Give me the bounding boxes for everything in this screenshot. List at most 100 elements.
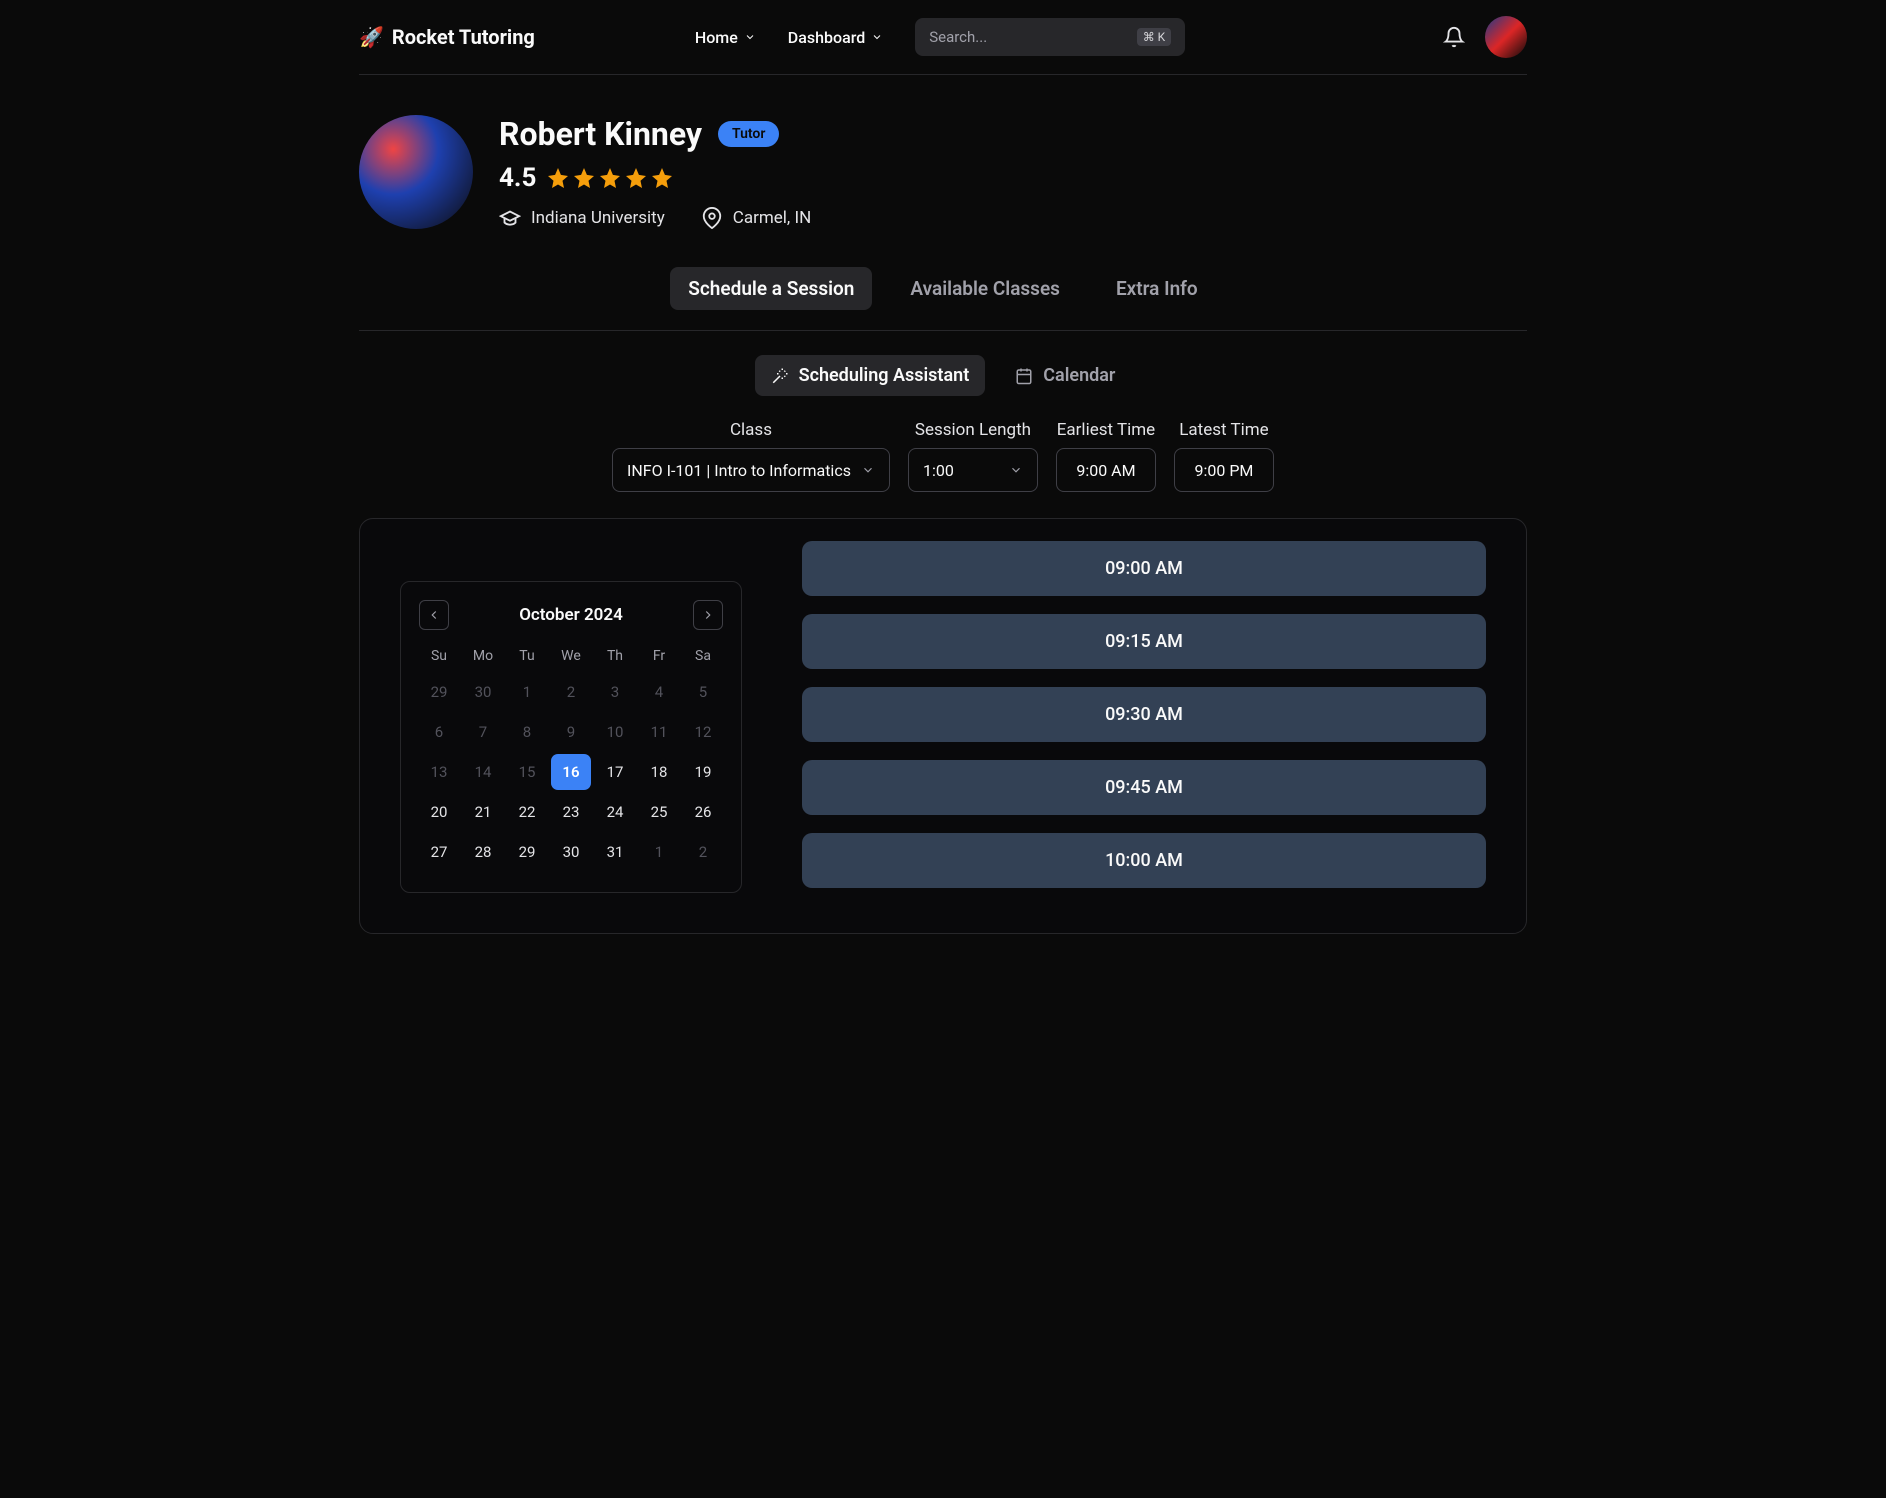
nav-dashboard[interactable]: Dashboard <box>788 28 883 47</box>
calendar-dow: Fr <box>639 642 679 670</box>
calendar-day: 14 <box>463 754 503 790</box>
calendar-day[interactable]: 24 <box>595 794 635 830</box>
session-length-select[interactable]: 1:00 <box>908 448 1038 492</box>
chevron-down-icon <box>744 31 756 43</box>
nav-home[interactable]: Home <box>695 28 756 47</box>
chevron-down-icon <box>1009 463 1023 477</box>
calendar-day[interactable]: 27 <box>419 834 459 870</box>
calendar-dow: Sa <box>683 642 723 670</box>
location-label: Carmel, IN <box>733 208 811 228</box>
star-icon <box>624 166 648 190</box>
earliest-time-input[interactable]: 9:00 AM <box>1056 448 1156 492</box>
time-slot[interactable]: 09:15 AM <box>802 614 1486 669</box>
wand-icon <box>771 367 789 385</box>
class-label: Class <box>730 420 772 440</box>
calendar-day: 3 <box>595 674 635 710</box>
latest-time-label: Latest Time <box>1179 420 1268 440</box>
calendar-day: 6 <box>419 714 459 750</box>
chevron-right-icon <box>701 608 715 622</box>
main-tabs: Schedule a Session Available Classes Extra… <box>359 259 1527 331</box>
tab-schedule-a-session[interactable]: Schedule a Session <box>670 267 872 310</box>
calendar-day: 4 <box>639 674 679 710</box>
earliest-time-label: Earliest Time <box>1057 420 1155 440</box>
calendar-next-button[interactable] <box>693 600 723 630</box>
calendar-day: 2 <box>551 674 591 710</box>
rating-value: 4.5 <box>499 163 536 193</box>
brand-name: Rocket Tutoring <box>392 25 535 49</box>
graduation-cap-icon <box>499 207 521 229</box>
chevron-left-icon <box>427 608 441 622</box>
nav-label: Dashboard <box>788 28 865 47</box>
time-slot[interactable]: 09:00 AM <box>802 541 1486 596</box>
university-label: Indiana University <box>531 208 665 228</box>
sub-tabs: Scheduling Assistant Calendar <box>359 331 1527 416</box>
calendar-day: 9 <box>551 714 591 750</box>
star-icon <box>546 166 570 190</box>
chevron-down-icon <box>861 463 875 477</box>
star-icon <box>572 166 596 190</box>
calendar-day[interactable]: 18 <box>639 754 679 790</box>
user-avatar[interactable] <box>1485 16 1527 58</box>
calendar-month-label: October 2024 <box>519 605 623 625</box>
calendar-dow: Mo <box>463 642 503 670</box>
class-select[interactable]: INFO I-101 | Intro to Informatics <box>612 448 890 492</box>
star-half-icon <box>650 166 674 190</box>
subtab-calendar[interactable]: Calendar <box>999 355 1131 396</box>
calendar-day: 8 <box>507 714 547 750</box>
brand[interactable]: 🚀 Rocket Tutoring <box>359 25 535 49</box>
location-meta: Carmel, IN <box>701 207 811 229</box>
calendar-day[interactable]: 17 <box>595 754 635 790</box>
star-icon <box>598 166 622 190</box>
calendar-day[interactable]: 23 <box>551 794 591 830</box>
tab-extra-info[interactable]: Extra Info <box>1098 267 1216 310</box>
tutor-name: Robert Kinney <box>499 115 702 153</box>
calendar-day: 2 <box>683 834 723 870</box>
calendar-day[interactable]: 31 <box>595 834 635 870</box>
time-slot[interactable]: 10:00 AM <box>802 833 1486 888</box>
rocket-icon: 🚀 <box>359 25 384 49</box>
subtab-label: Calendar <box>1043 365 1115 386</box>
calendar-day[interactable]: 16 <box>551 754 591 790</box>
subtab-scheduling-assistant[interactable]: Scheduling Assistant <box>755 355 986 396</box>
subtab-label: Scheduling Assistant <box>799 365 970 386</box>
calendar-day: 1 <box>507 674 547 710</box>
latest-time-input[interactable]: 9:00 PM <box>1174 448 1274 492</box>
search-placeholder: Search... <box>929 28 987 46</box>
tutor-badge: Tutor <box>718 121 779 147</box>
calendar-day[interactable]: 30 <box>551 834 591 870</box>
calendar-day: 15 <box>507 754 547 790</box>
bell-icon[interactable] <box>1443 26 1465 48</box>
tutor-avatar <box>359 115 473 229</box>
calendar-day[interactable]: 26 <box>683 794 723 830</box>
session-length-value: 1:00 <box>923 461 954 480</box>
calendar-icon <box>1015 367 1033 385</box>
calendar-day: 13 <box>419 754 459 790</box>
calendar-day: 29 <box>419 674 459 710</box>
chevron-down-icon <box>871 31 883 43</box>
calendar-prev-button[interactable] <box>419 600 449 630</box>
calendar-dow: Th <box>595 642 635 670</box>
calendar-day[interactable]: 28 <box>463 834 503 870</box>
university-meta: Indiana University <box>499 207 665 229</box>
time-slot[interactable]: 09:30 AM <box>802 687 1486 742</box>
calendar-day[interactable]: 29 <box>507 834 547 870</box>
search-shortcut: ⌘ K <box>1137 28 1172 46</box>
nav-label: Home <box>695 28 738 47</box>
calendar-dow: Tu <box>507 642 547 670</box>
tab-available-classes[interactable]: Available Classes <box>892 267 1078 310</box>
time-slot[interactable]: 09:45 AM <box>802 760 1486 815</box>
calendar-day: 5 <box>683 674 723 710</box>
calendar-day: 1 <box>639 834 679 870</box>
search-input[interactable]: Search... ⌘ K <box>915 18 1185 56</box>
calendar-day[interactable]: 22 <box>507 794 547 830</box>
calendar-day: 7 <box>463 714 503 750</box>
class-value: INFO I-101 | Intro to Informatics <box>627 461 851 480</box>
calendar-day[interactable]: 19 <box>683 754 723 790</box>
calendar-day[interactable]: 25 <box>639 794 679 830</box>
calendar-dow: We <box>551 642 591 670</box>
calendar-day[interactable]: 20 <box>419 794 459 830</box>
calendar: October 2024 SuMoTuWeThFrSa2930123456789… <box>400 581 742 893</box>
calendar-day[interactable]: 21 <box>463 794 503 830</box>
calendar-day: 12 <box>683 714 723 750</box>
calendar-day: 11 <box>639 714 679 750</box>
